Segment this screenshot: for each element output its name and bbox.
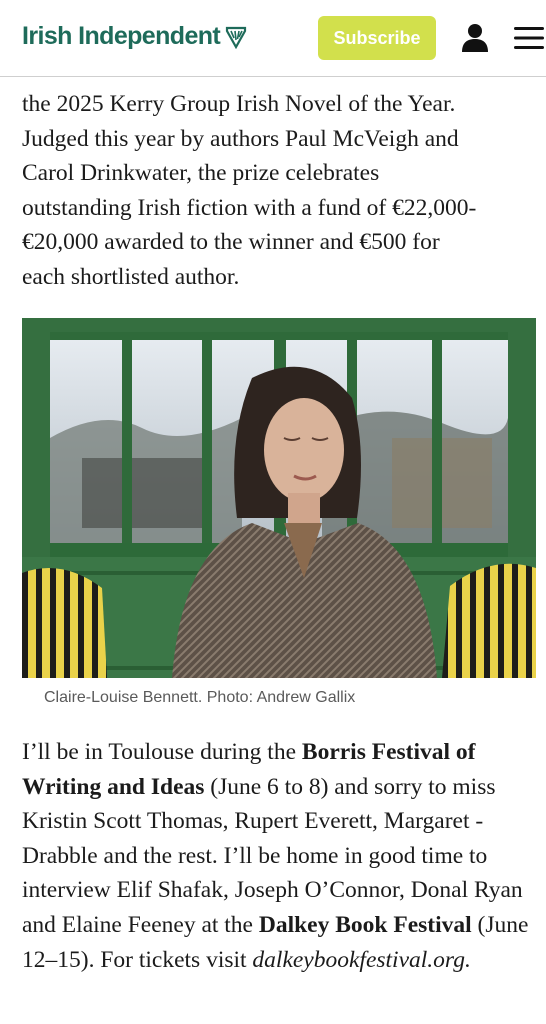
paragraph-line: each shortlisted author.	[22, 263, 240, 290]
subscribe-button[interactable]: Subscribe	[318, 16, 436, 60]
scrolled-text-fragment	[22, 64, 522, 86]
article-photo[interactable]	[22, 318, 536, 678]
photo-illustration	[22, 318, 536, 678]
festival-link[interactable]: dalkeybookfestival.org	[252, 947, 465, 973]
paragraph-line: Carol Drinkwater, the prize celebrates	[22, 160, 380, 187]
paragraph-text: .	[464, 946, 471, 973]
brand-name: Irish Independent	[22, 22, 221, 50]
photo-caption: Claire-Louise Bennett. Photo: Andrew Gal…	[44, 689, 356, 706]
harp-icon	[226, 26, 247, 49]
article-paragraph: the 2025 Kerry Group Irish Novel of the …	[22, 87, 532, 295]
event-name: Dalkey Book Festival	[258, 911, 472, 938]
site-logo[interactable]: Irish Independent	[22, 22, 247, 51]
article-paragraph: I’ll be in Toulouse during the Borris Fe…	[22, 735, 534, 977]
paragraph-text: I’ll be in Toulouse during the	[22, 739, 302, 765]
user-icon[interactable]	[461, 23, 489, 53]
hamburger-menu-icon[interactable]	[514, 26, 544, 50]
paragraph-line: Judged this year by authors Paul McVeigh…	[22, 125, 459, 152]
paragraph-line: the 2025 Kerry Group Irish Novel of the …	[22, 91, 456, 117]
paragraph-line: €20,000 awarded to the winner and €500 f…	[22, 229, 440, 256]
paragraph-line: outstanding Irish fiction with a fund of…	[22, 194, 477, 221]
